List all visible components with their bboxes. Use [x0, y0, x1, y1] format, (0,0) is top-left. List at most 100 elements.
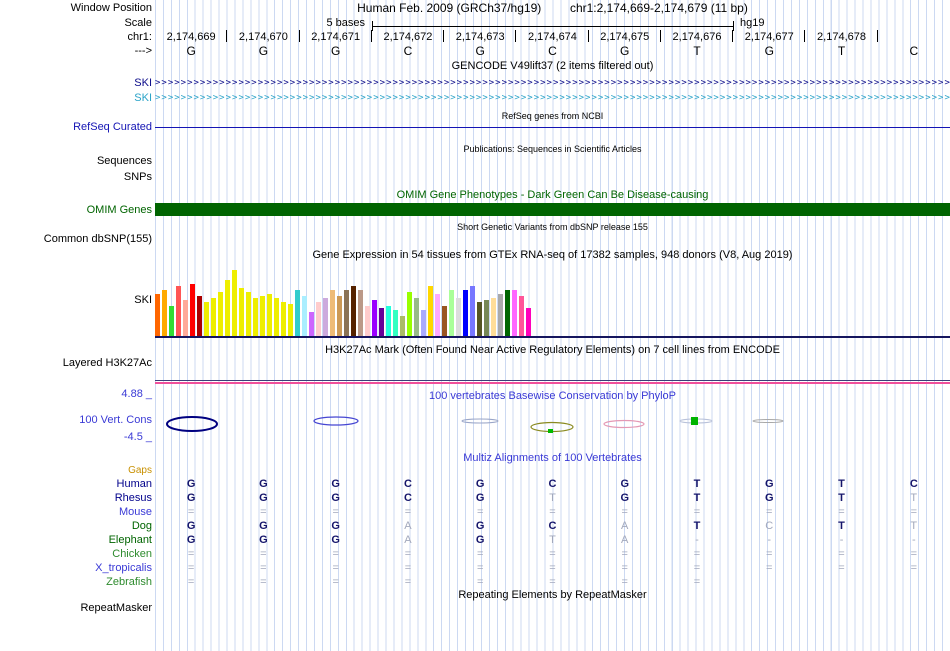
gtex-expression-bar[interactable]: [239, 288, 244, 336]
gtex-expression-bar[interactable]: [309, 312, 314, 336]
multiz-row: GGGCGTGTGTT: [155, 491, 950, 505]
multiz-base: G: [475, 492, 485, 504]
gtex-bar-chart[interactable]: [155, 270, 950, 336]
gtex-expression-bar[interactable]: [323, 298, 328, 336]
ruler-base: C: [403, 44, 413, 58]
sequences-label[interactable]: Sequences: [0, 155, 152, 168]
gtex-expression-bar[interactable]: [519, 296, 524, 336]
gtex-expression-bar[interactable]: [253, 298, 258, 336]
gtex-expression-bar[interactable]: [211, 298, 216, 336]
gtex-expression-bar[interactable]: [274, 298, 279, 336]
gtex-expression-bar[interactable]: [477, 302, 482, 336]
multiz-base: =: [260, 562, 267, 574]
gtex-expression-bar[interactable]: [176, 286, 181, 336]
gtex-expression-bar[interactable]: [491, 298, 496, 336]
multiz-base: G: [259, 478, 268, 490]
h3k27ac-signal-line[interactable]: [155, 382, 950, 384]
gene-label-ski[interactable]: SKI: [0, 91, 152, 106]
multiz-species-mouse[interactable]: Mouse: [0, 505, 152, 519]
multiz-base: C: [403, 492, 412, 504]
gtex-expression-bar[interactable]: [344, 290, 349, 336]
gtex-expression-bar[interactable]: [484, 300, 489, 336]
gtex-expression-bar[interactable]: [365, 306, 370, 336]
multiz-species-elephant[interactable]: Elephant: [0, 533, 152, 547]
gtex-expression-bar[interactable]: [288, 304, 293, 336]
gtex-expression-bar[interactable]: [386, 306, 391, 336]
gtex-expression-bar[interactable]: [218, 292, 223, 336]
window-position-label: Window Position: [70, 2, 152, 14]
gtex-expression-bar[interactable]: [225, 280, 230, 336]
gtex-expression-bar[interactable]: [190, 284, 195, 336]
gencode-track[interactable]: >>>>>>>>>>>>>>>>>>>>>>>>>>>>>>>>>>>>>>>>…: [155, 76, 950, 106]
snps-label[interactable]: SNPs: [0, 171, 152, 184]
omim-genes-label[interactable]: OMIM Genes: [0, 204, 152, 217]
gtex-expression-bar[interactable]: [442, 306, 447, 336]
multiz-base: -: [839, 534, 844, 546]
multiz-species-zebrafish[interactable]: Zebrafish: [0, 575, 152, 589]
gtex-expression-bar[interactable]: [512, 290, 517, 336]
refseq-curated-label[interactable]: RefSeq Curated: [0, 121, 152, 134]
gtex-expression-bar[interactable]: [435, 294, 440, 336]
multiz-gaps-label[interactable]: Gaps: [0, 464, 152, 477]
multiz-base: A: [404, 534, 412, 546]
phylop-track-label[interactable]: 100 Vert. Cons: [0, 414, 152, 427]
refseq-track-line[interactable]: [155, 127, 950, 128]
gtex-expression-bar[interactable]: [155, 294, 160, 336]
gtex-expression-bar[interactable]: [470, 286, 475, 336]
multiz-species-chicken[interactable]: Chicken: [0, 547, 152, 561]
multiz-row: = = = = = = = = = = =: [155, 547, 950, 561]
gtex-expression-bar[interactable]: [351, 286, 356, 336]
gtex-expression-bar[interactable]: [302, 296, 307, 336]
multiz-base: -: [695, 534, 699, 546]
gtex-expression-bar[interactable]: [169, 306, 174, 336]
multiz-base: G: [186, 520, 196, 532]
multiz-base: C: [403, 478, 412, 490]
ruler-tick: [443, 30, 445, 42]
gene-transcript-ski[interactable]: >>>>>>>>>>>>>>>>>>>>>>>>>>>>>>>>>>>>>>>>…: [155, 91, 950, 106]
gtex-expression-bar[interactable]: [456, 298, 461, 336]
gtex-expression-bar[interactable]: [526, 308, 531, 336]
multiz-species-rhesus[interactable]: Rhesus: [0, 491, 152, 505]
gtex-expression-bar[interactable]: [246, 292, 251, 336]
gtex-expression-bar[interactable]: [407, 292, 412, 336]
dbsnp-label[interactable]: Common dbSNP(155): [0, 233, 152, 246]
scale-label: Scale: [124, 17, 152, 29]
gtex-expression-bar[interactable]: [162, 290, 167, 336]
gtex-expression-bar[interactable]: [393, 310, 398, 336]
gtex-expression-bar[interactable]: [414, 298, 419, 336]
gtex-expression-bar[interactable]: [204, 302, 209, 336]
gtex-expression-bar[interactable]: [316, 302, 321, 336]
gtex-expression-bar[interactable]: [379, 308, 384, 336]
gtex-expression-bar[interactable]: [337, 296, 342, 336]
gtex-expression-bar[interactable]: [197, 296, 202, 336]
multiz-species-human[interactable]: Human: [0, 477, 152, 491]
gtex-expression-bar[interactable]: [358, 290, 363, 336]
gtex-expression-bar[interactable]: [232, 270, 237, 336]
h3k27ac-label[interactable]: Layered H3K27Ac: [0, 357, 152, 370]
gtex-expression-bar[interactable]: [463, 290, 468, 336]
gtex-expression-bar[interactable]: [295, 290, 300, 336]
multiz-alignment-grid[interactable]: G G G C G C G T G T C G G G C G T G T G T T = = = = = = = = = = = G G G A G C A…: [155, 477, 950, 589]
phylop-conservation-glyphs[interactable]: [155, 408, 950, 442]
phylop-min-label: -4.5 _: [123, 431, 152, 443]
gtex-expression-bar[interactable]: [421, 310, 426, 336]
gtex-expression-bar[interactable]: [281, 302, 286, 336]
multiz-species-x_tropicalis[interactable]: X_tropicalis: [0, 561, 152, 575]
gtex-gene-label[interactable]: SKI: [0, 294, 152, 307]
gtex-expression-bar[interactable]: [372, 300, 377, 336]
repeatmasker-label[interactable]: RepeatMasker: [0, 602, 152, 615]
gtex-expression-bar[interactable]: [498, 294, 503, 336]
omim-gene-bar[interactable]: [155, 203, 950, 216]
gtex-expression-bar[interactable]: [330, 290, 335, 336]
gtex-expression-bar[interactable]: [400, 316, 405, 336]
multiz-base: =: [404, 548, 412, 560]
gene-transcript-ski[interactable]: >>>>>>>>>>>>>>>>>>>>>>>>>>>>>>>>>>>>>>>>…: [155, 76, 950, 91]
gtex-expression-bar[interactable]: [449, 290, 454, 336]
gene-label-ski[interactable]: SKI: [0, 76, 152, 91]
gtex-expression-bar[interactable]: [428, 286, 433, 336]
gtex-expression-bar[interactable]: [260, 296, 265, 336]
gtex-expression-bar[interactable]: [183, 300, 188, 336]
gtex-expression-bar[interactable]: [505, 290, 510, 336]
gtex-expression-bar[interactable]: [267, 294, 272, 336]
multiz-species-dog[interactable]: Dog: [0, 519, 152, 533]
